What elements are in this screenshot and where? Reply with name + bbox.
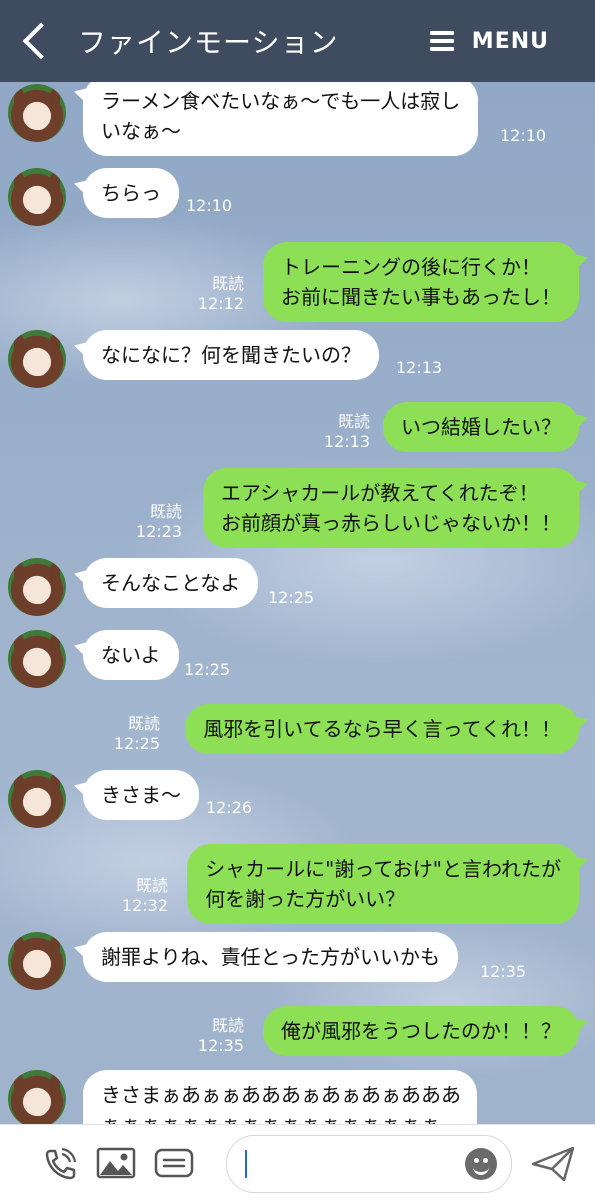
avatar[interactable] xyxy=(8,330,66,388)
message-status: 既読 12:23 xyxy=(130,502,182,542)
read-receipt: 既読 xyxy=(211,274,244,293)
message-incoming: きさま～ 12:26 xyxy=(0,770,595,830)
read-receipt: 既読 xyxy=(337,412,370,431)
message-bubble[interactable]: 俺が風邪をうつしたのか！！？ xyxy=(263,1006,579,1056)
read-receipt: 既読 xyxy=(127,714,160,733)
message-outgoing: 既読 12:23 エアシャカールが教えてくれたぞ！ お前顔が真っ赤らしいじゃない… xyxy=(0,468,595,548)
message-time: 12:35 xyxy=(197,1036,244,1055)
message-time: 12:13 xyxy=(396,358,443,377)
message-line: シャカールに"謝っておけ"と言われたが xyxy=(205,857,561,881)
message-incoming: ラーメン食べたいなぁ～でも一人は寂し いなぁ～ 12:10 xyxy=(0,82,595,156)
message-incoming: きさまぁあぁぁあああぁあぁあぁあああああぁ ぁぁぁぁぁぁぁぁぁぁぁぁぁぁぁぁぁ xyxy=(0,1070,595,1124)
avatar[interactable] xyxy=(8,558,66,616)
avatar[interactable] xyxy=(8,630,66,688)
message-list[interactable]: ラーメン食べたいなぁ～でも一人は寂し いなぁ～ 12:10 ちらっ 12:10 … xyxy=(0,82,595,1124)
message-line: トレーニングの後に行くか！ xyxy=(281,255,541,279)
message-time: 12:26 xyxy=(206,798,253,817)
message-bubble[interactable]: エアシャカールが教えてくれたぞ！ お前顔が真っ赤らしいじゃないか！！ xyxy=(203,468,579,548)
message-line: そんなことなよ xyxy=(101,571,241,595)
message-line: ラーメン食べたいなぁ～でも一人は寂し xyxy=(101,89,461,113)
read-receipt: 既読 xyxy=(135,876,168,895)
back-arrow-icon[interactable] xyxy=(22,22,60,60)
message-time: 12:25 xyxy=(268,588,315,607)
menu-label: MENU xyxy=(471,28,549,54)
message-line: いつ結婚したい？ xyxy=(401,415,561,439)
message-line: きさまぁあぁぁあああぁあぁあぁあああああぁ xyxy=(101,1083,459,1107)
message-bubble[interactable]: きさま～ xyxy=(83,770,199,820)
message-line: 何を謝った方がいい？ xyxy=(205,887,406,911)
message-bubble[interactable]: ちらっ xyxy=(83,168,179,218)
message-line: なになに？何を聞きたいの？ xyxy=(101,343,361,367)
message-bubble[interactable]: きさまぁあぁぁあああぁあぁあぁあああああぁ ぁぁぁぁぁぁぁぁぁぁぁぁぁぁぁぁぁ xyxy=(83,1070,477,1124)
avatar[interactable] xyxy=(8,932,66,990)
message-incoming: そんなことなよ 12:25 xyxy=(0,558,595,618)
message-bubble[interactable]: 謝罪よりね、責任とった方がいいかも xyxy=(83,932,458,982)
message-bubble[interactable]: そんなことなよ xyxy=(83,558,259,608)
message-time: 12:32 xyxy=(121,896,168,915)
hamburger-icon xyxy=(429,31,454,51)
message-outgoing: 既読 12:12 トレーニングの後に行くか！ お前に聞きたい事もあったし！ xyxy=(0,242,595,322)
message-outgoing: 既読 12:13 いつ結婚したい？ xyxy=(0,402,595,458)
send-icon[interactable] xyxy=(530,1145,576,1183)
read-receipt: 既読 xyxy=(149,502,182,521)
message-line: 風邪を引いてるなら早く言ってくれ！！ xyxy=(203,717,561,741)
message-line: お前に聞きたい事もあったし！ xyxy=(281,285,561,309)
message-bubble[interactable]: いつ結婚したい？ xyxy=(383,402,579,452)
message-line: お前顔が真っ赤らしいじゃないか！！ xyxy=(221,511,561,535)
message-time: 12:10 xyxy=(500,126,547,145)
avatar[interactable] xyxy=(8,1070,66,1124)
message-input[interactable] xyxy=(226,1135,512,1193)
message-status: 既読 12:35 xyxy=(192,1016,244,1056)
message-line: ぁぁぁぁぁぁぁぁぁぁぁぁぁぁぁぁぁ xyxy=(101,1110,459,1124)
message-status: 既読 12:13 xyxy=(318,412,370,452)
message-outgoing: 既読 12:25 風邪を引いてるなら早く言ってくれ！！ xyxy=(0,704,595,760)
chat-header: ファインモーション MENU xyxy=(0,0,595,82)
message-line: ないよ xyxy=(101,643,161,667)
message-time: 12:25 xyxy=(113,734,160,753)
message-line: きさま～ xyxy=(101,783,181,807)
message-line: エアシャカールが教えてくれたぞ！ xyxy=(221,481,539,505)
message-bubble[interactable]: トレーニングの後に行くか！ お前に聞きたい事もあったし！ xyxy=(263,242,579,322)
message-time: 12:23 xyxy=(135,522,182,541)
message-line: 謝罪よりね、責任とった方がいいかも xyxy=(101,945,440,969)
message-bubble[interactable]: ラーメン食べたいなぁ～でも一人は寂し いなぁ～ xyxy=(83,82,479,156)
message-time: 12:10 xyxy=(186,196,233,215)
message-bubble[interactable]: ないよ xyxy=(83,630,179,680)
message-status: 既読 12:32 xyxy=(116,876,168,916)
message-incoming: ないよ 12:25 xyxy=(0,630,595,690)
message-bubble[interactable]: 風邪を引いてるなら早く言ってくれ！！ xyxy=(185,704,579,754)
message-time: 12:12 xyxy=(197,294,244,313)
emoji-icon[interactable] xyxy=(465,1148,497,1180)
message-status: 既読 12:25 xyxy=(108,714,160,754)
message-status: 既読 12:12 xyxy=(192,274,244,314)
message-time: 12:25 xyxy=(184,660,231,679)
message-time: 12:35 xyxy=(480,962,527,981)
image-icon[interactable] xyxy=(96,1147,136,1179)
message-incoming: 謝罪よりね、責任とった方がいいかも 12:35 xyxy=(0,932,595,992)
message-incoming: ちらっ 12:10 xyxy=(0,168,595,228)
chat-title: ファインモーション xyxy=(78,26,339,59)
message-outgoing: 既読 12:32 シャカールに"謝っておけ"と言われたが 何を謝った方がいい？ xyxy=(0,844,595,924)
avatar[interactable] xyxy=(8,770,66,828)
read-receipt: 既読 xyxy=(211,1016,244,1035)
text-caret xyxy=(245,1150,247,1178)
phone-icon[interactable] xyxy=(42,1147,78,1181)
keyboard-icon[interactable] xyxy=(154,1147,194,1179)
message-bubble[interactable]: シャカールに"謝っておけ"と言われたが 何を謝った方がいい？ xyxy=(187,844,579,924)
avatar[interactable] xyxy=(8,168,66,226)
menu-button[interactable]: MENU xyxy=(429,28,549,54)
message-line: 俺が風邪をうつしたのか！！？ xyxy=(281,1019,561,1043)
input-bar xyxy=(0,1124,595,1201)
message-incoming: なになに？何を聞きたいの？ 12:13 xyxy=(0,330,595,390)
message-time: 12:13 xyxy=(323,432,370,451)
avatar[interactable] xyxy=(8,84,66,142)
message-line: ちらっ xyxy=(101,181,161,205)
message-outgoing: 既読 12:35 俺が風邪をうつしたのか！！？ xyxy=(0,1006,595,1062)
message-bubble[interactable]: なになに？何を聞きたいの？ xyxy=(83,330,379,380)
message-line: いなぁ～ xyxy=(101,119,181,143)
